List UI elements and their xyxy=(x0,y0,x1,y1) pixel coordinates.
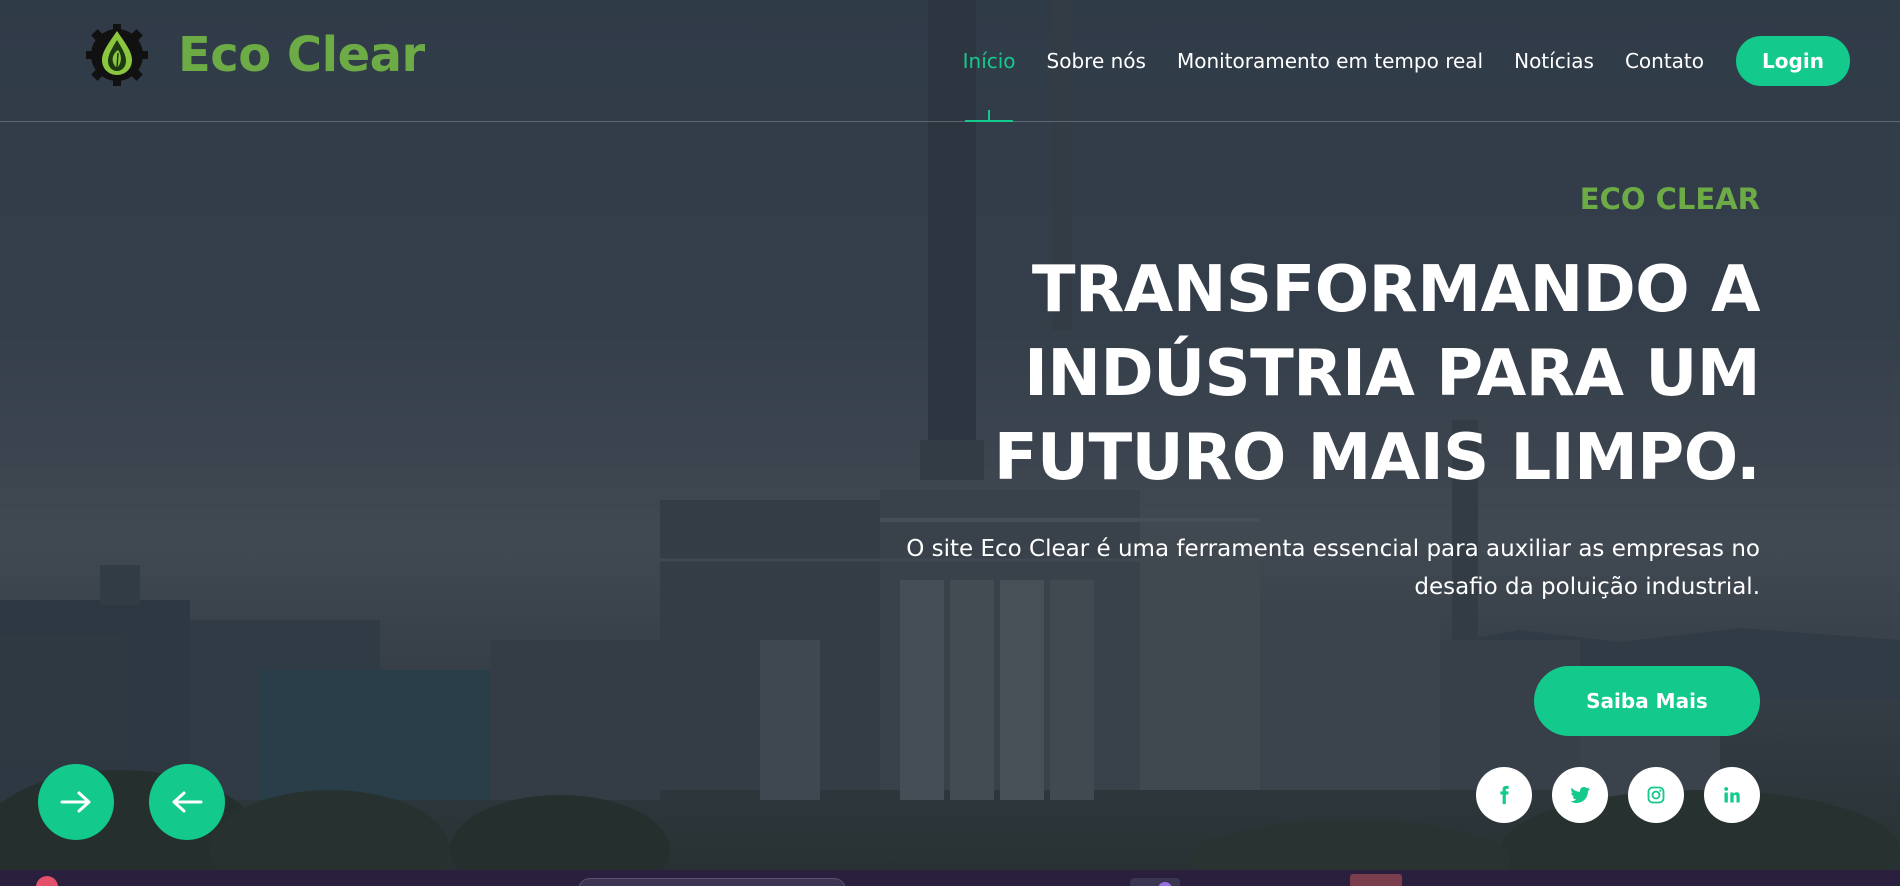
app-icon xyxy=(1158,882,1172,886)
site-header: Eco Clear Início Sobre nós Monitoramento… xyxy=(0,0,1900,122)
hero-headline: TRANSFORMANDO A INDÚSTRIA PARA UM FUTURO… xyxy=(993,253,1761,495)
hero-eyebrow: ECO CLEAR xyxy=(1579,182,1760,216)
brand-name: Eco Clear xyxy=(178,27,425,83)
taskbar-app[interactable] xyxy=(1350,874,1402,886)
taskbar-search[interactable] xyxy=(578,878,846,886)
taskbar-app[interactable] xyxy=(1130,878,1180,886)
linkedin-icon[interactable] xyxy=(1704,767,1760,823)
nav-item-monitoramento[interactable]: Monitoramento em tempo real xyxy=(1177,36,1483,86)
twitter-icon[interactable] xyxy=(1552,767,1608,823)
arrow-left-icon[interactable] xyxy=(149,764,225,840)
hero-subtitle: O site Eco Clear é uma ferramenta essenc… xyxy=(906,536,1760,600)
weather-icon xyxy=(36,876,58,886)
facebook-icon[interactable] xyxy=(1476,767,1532,823)
taskbar-weather[interactable] xyxy=(36,876,58,886)
nav-item-noticias[interactable]: Notícias xyxy=(1514,36,1594,86)
instagram-icon[interactable] xyxy=(1628,767,1684,823)
nav-item-contato[interactable]: Contato xyxy=(1625,36,1704,86)
nav-item-sobre-nos[interactable]: Sobre nós xyxy=(1047,36,1146,86)
brand[interactable]: Eco Clear xyxy=(84,22,425,88)
active-nav-indicator xyxy=(964,110,1013,122)
login-button[interactable]: Login xyxy=(1736,36,1850,86)
saiba-mais-button[interactable]: Saiba Mais xyxy=(1534,666,1760,736)
gear-leaf-drop-icon xyxy=(86,24,148,86)
nav-item-inicio[interactable]: Início xyxy=(963,36,1016,86)
social-links xyxy=(1456,767,1760,823)
main-nav: Início Sobre nós Monitoramento em tempo … xyxy=(963,36,1850,122)
arrow-right-icon[interactable] xyxy=(38,764,114,840)
os-taskbar xyxy=(0,870,1900,886)
